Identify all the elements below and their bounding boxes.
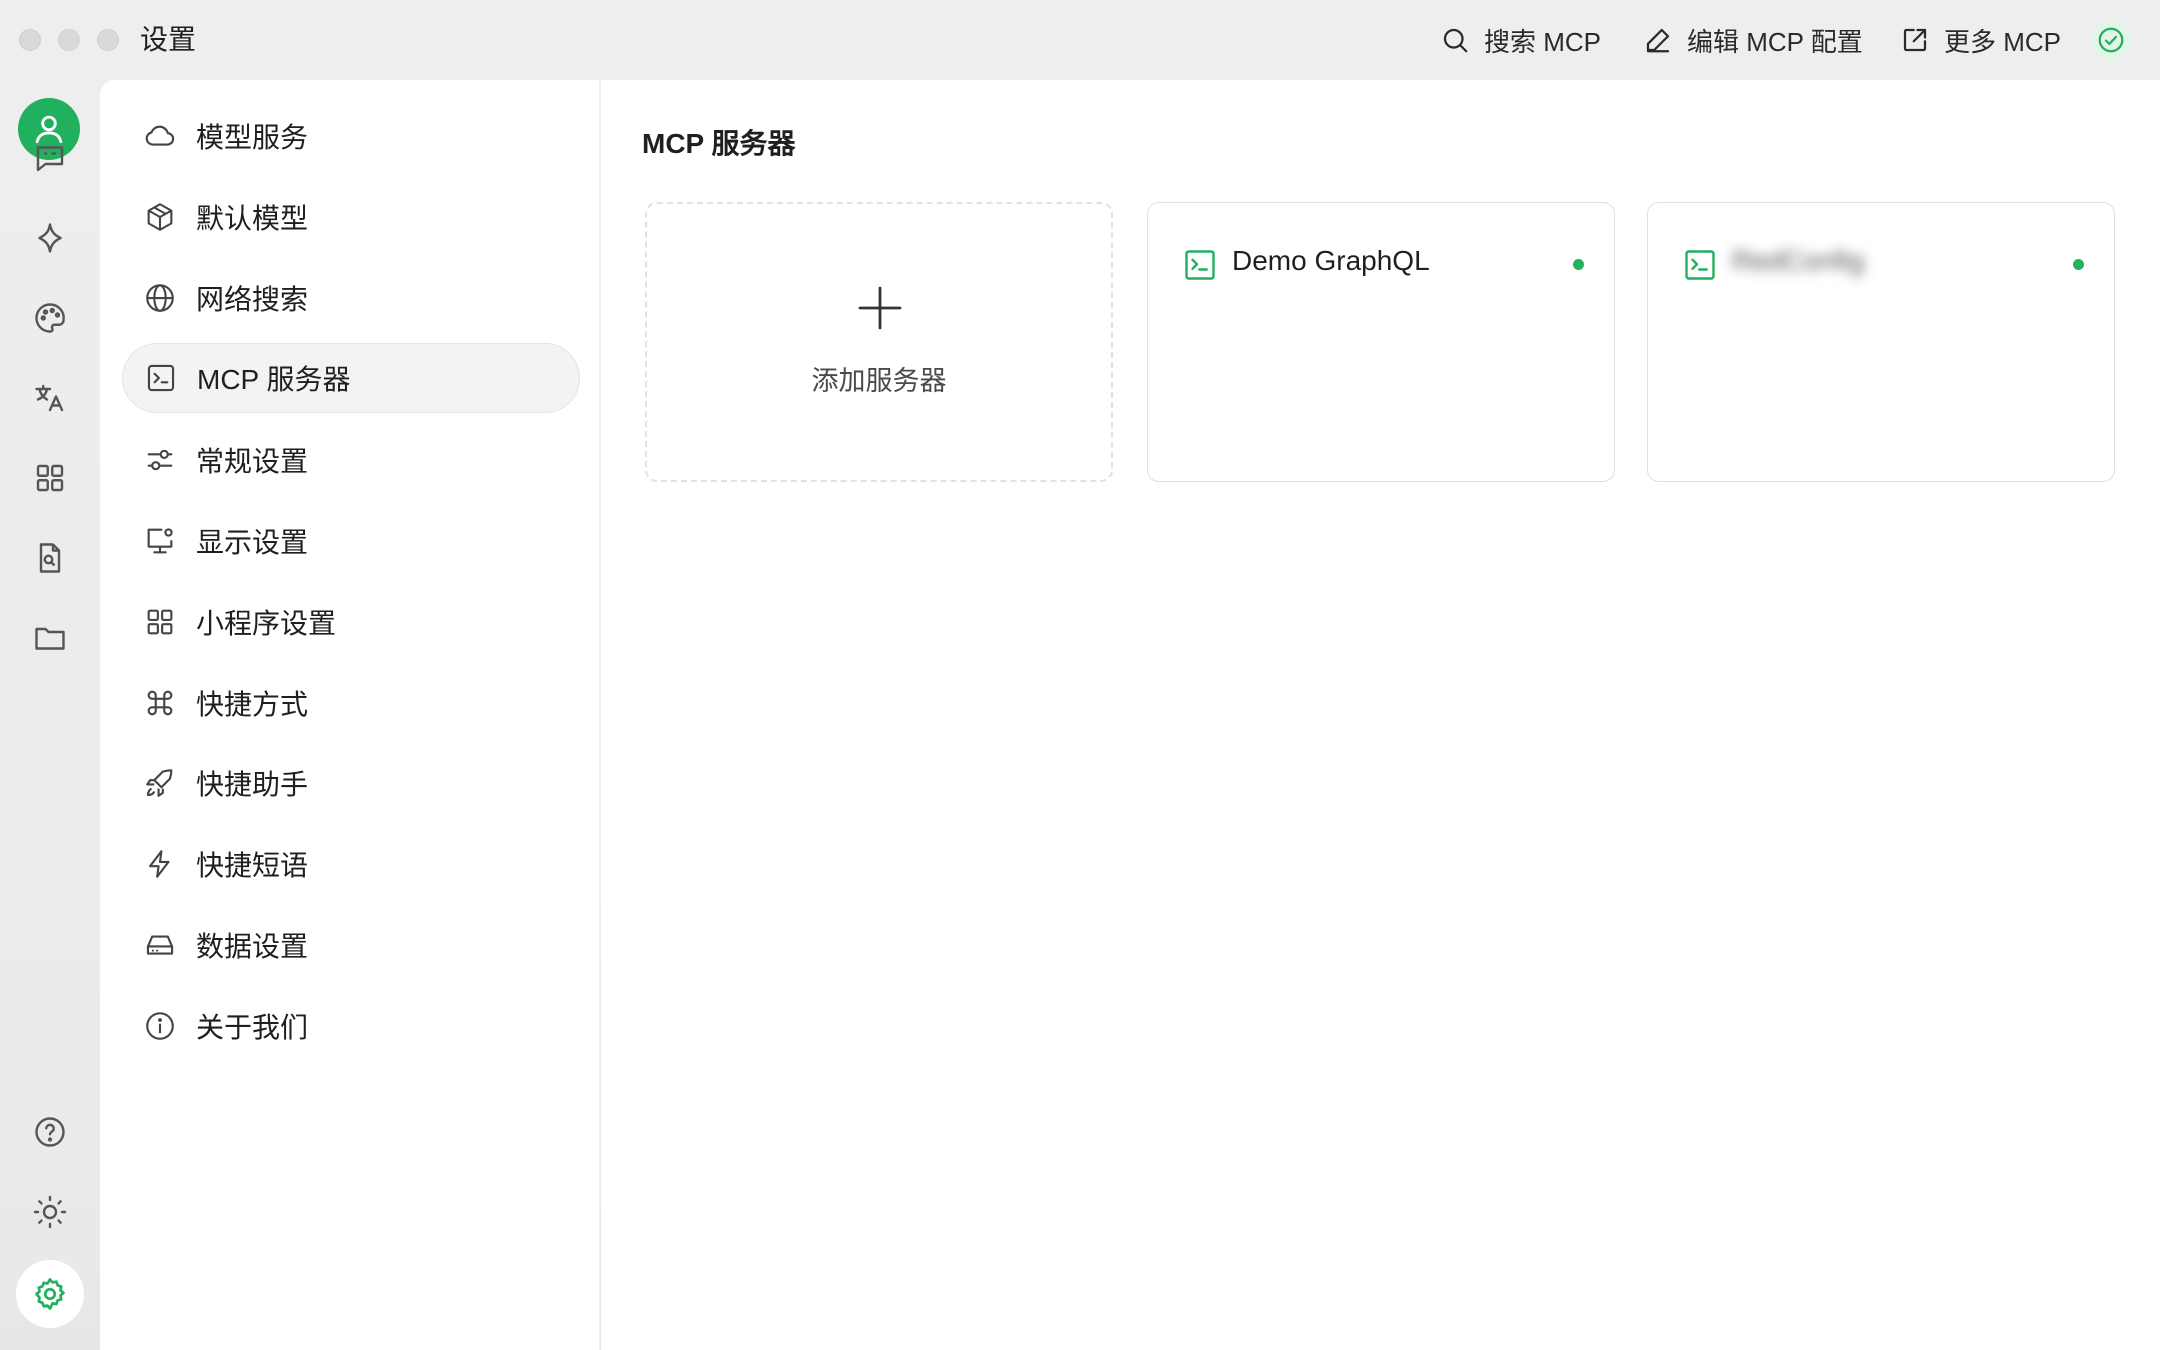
rail-settings-button[interactable]: [16, 1260, 84, 1328]
gear-icon: [35, 1278, 65, 1310]
navigation-rail: [0, 80, 100, 1350]
menu-item-label: MCP 服务器: [197, 364, 351, 395]
menu-item-label: 快捷方式: [196, 689, 309, 720]
globe-icon: [142, 280, 178, 316]
server-name: Demo GraphQL: [1232, 245, 1430, 276]
server-status-dot: [2073, 259, 2084, 270]
server-card[interactable]: Demo GraphQL: [1147, 202, 1615, 482]
menu-item-label: 常规设置: [196, 446, 309, 477]
sparkle-icon: [38, 223, 62, 253]
menu-item-data-settings[interactable]: 数据设置: [122, 910, 580, 980]
rocket-icon: [142, 765, 178, 801]
info-icon: [142, 1008, 178, 1044]
menu-item-general-settings[interactable]: 常规设置: [122, 425, 580, 495]
server-status-dot: [1573, 259, 1584, 270]
more-mcp-label: 更多 MCP: [1944, 26, 2062, 57]
settings-window: 设置 搜索 MCP 编辑 MCP 配置 更多 MCP 模型服务 默认模型 网络搜…: [0, 0, 2160, 1350]
settings-menu: 模型服务 默认模型 网络搜索 MCP 服务器 常规设置 显示设置 小程序设置 快…: [100, 80, 600, 1350]
pencil-icon: [1646, 28, 1670, 53]
menu-item-quick-phrases[interactable]: 快捷短语: [122, 829, 580, 899]
rail-miniapps-button[interactable]: [28, 456, 72, 500]
close-window-button[interactable]: [19, 29, 41, 51]
rail-files-button[interactable]: [28, 616, 72, 660]
more-mcp-button[interactable]: 更多 MCP: [1900, 18, 2061, 62]
menu-item-label: 小程序设置: [196, 608, 337, 639]
rail-paint-button[interactable]: [28, 296, 72, 340]
search-icon: [1443, 28, 1468, 53]
menu-item-mcp-servers[interactable]: MCP 服务器: [122, 343, 580, 413]
page-title: MCP 服务器: [642, 128, 796, 159]
rail-agents-button[interactable]: [28, 216, 72, 260]
menu-item-label: 显示设置: [196, 527, 309, 558]
server-name: RedConfig: [1732, 245, 1865, 276]
rail-chat-button[interactable]: [28, 136, 72, 180]
title-bar: 设置 搜索 MCP 编辑 MCP 配置 更多 MCP: [0, 0, 2160, 80]
add-server-card[interactable]: 添加服务器: [645, 202, 1113, 482]
terminal-icon: [1685, 250, 1715, 280]
menu-item-model-service[interactable]: 模型服务: [122, 101, 580, 171]
rail-theme-button[interactable]: [28, 1190, 72, 1234]
command-icon: [142, 685, 178, 721]
grid-icon: [142, 604, 178, 640]
rail-translate-button[interactable]: [28, 376, 72, 420]
menu-item-label: 模型服务: [196, 122, 309, 153]
external-link-icon: [1903, 28, 1927, 52]
menu-item-label: 数据设置: [196, 931, 309, 962]
search-mcp-button[interactable]: 搜索 MCP: [1440, 18, 1601, 62]
palette-icon: [35, 303, 65, 333]
edit-mcp-config-button[interactable]: 编辑 MCP 配置: [1643, 18, 1863, 62]
rail-knowledge-button[interactable]: [28, 536, 72, 580]
menu-item-label: 默认模型: [196, 203, 309, 234]
menu-item-default-model[interactable]: 默认模型: [122, 182, 580, 252]
menu-item-about-us[interactable]: 关于我们: [122, 991, 580, 1061]
terminal-icon: [1185, 250, 1215, 280]
message-square-icon: [36, 146, 64, 172]
menu-item-shortcuts[interactable]: 快捷方式: [122, 668, 580, 738]
zoom-window-button[interactable]: [97, 29, 119, 51]
menu-item-web-search[interactable]: 网络搜索: [122, 263, 580, 333]
monitor-cog-icon: [142, 523, 178, 559]
menu-item-quick-assistant[interactable]: 快捷助手: [122, 748, 580, 818]
server-card[interactable]: RedConfig: [1647, 202, 2115, 482]
translate-icon: [35, 384, 64, 412]
menu-item-display-settings[interactable]: 显示设置: [122, 506, 580, 576]
rail-help-button[interactable]: [28, 1110, 72, 1154]
sun-icon: [33, 1195, 67, 1229]
check-circle-icon: [2098, 27, 2124, 53]
menu-item-label: 网络搜索: [196, 284, 309, 315]
file-search-icon: [39, 543, 61, 573]
menu-item-miniapp-settings[interactable]: 小程序设置: [122, 587, 580, 657]
connection-status-badge[interactable]: [2090, 19, 2132, 61]
cloud-icon: [142, 118, 178, 154]
menu-item-label: 关于我们: [196, 1012, 309, 1043]
search-mcp-label: 搜索 MCP: [1484, 26, 1602, 57]
package-icon: [142, 199, 178, 235]
edit-mcp-config-label: 编辑 MCP 配置: [1687, 26, 1863, 57]
window-title: 设置: [140, 24, 197, 55]
zap-icon: [142, 846, 178, 882]
mcp-servers-panel: MCP 服务器 添加服务器 Demo GraphQL RedConfig: [601, 80, 2160, 1350]
grid-icon: [36, 464, 64, 492]
minimize-window-button[interactable]: [58, 29, 80, 51]
terminal-icon: [143, 360, 179, 396]
menu-item-label: 快捷助手: [196, 769, 309, 800]
hard-drive-icon: [142, 927, 178, 963]
menu-item-label: 快捷短语: [196, 850, 309, 881]
sliders-icon: [142, 442, 178, 478]
plus-icon: [858, 286, 902, 330]
folder-icon: [35, 627, 65, 650]
add-server-label: 添加服务器: [811, 366, 947, 396]
help-circle-icon: [35, 1117, 65, 1147]
